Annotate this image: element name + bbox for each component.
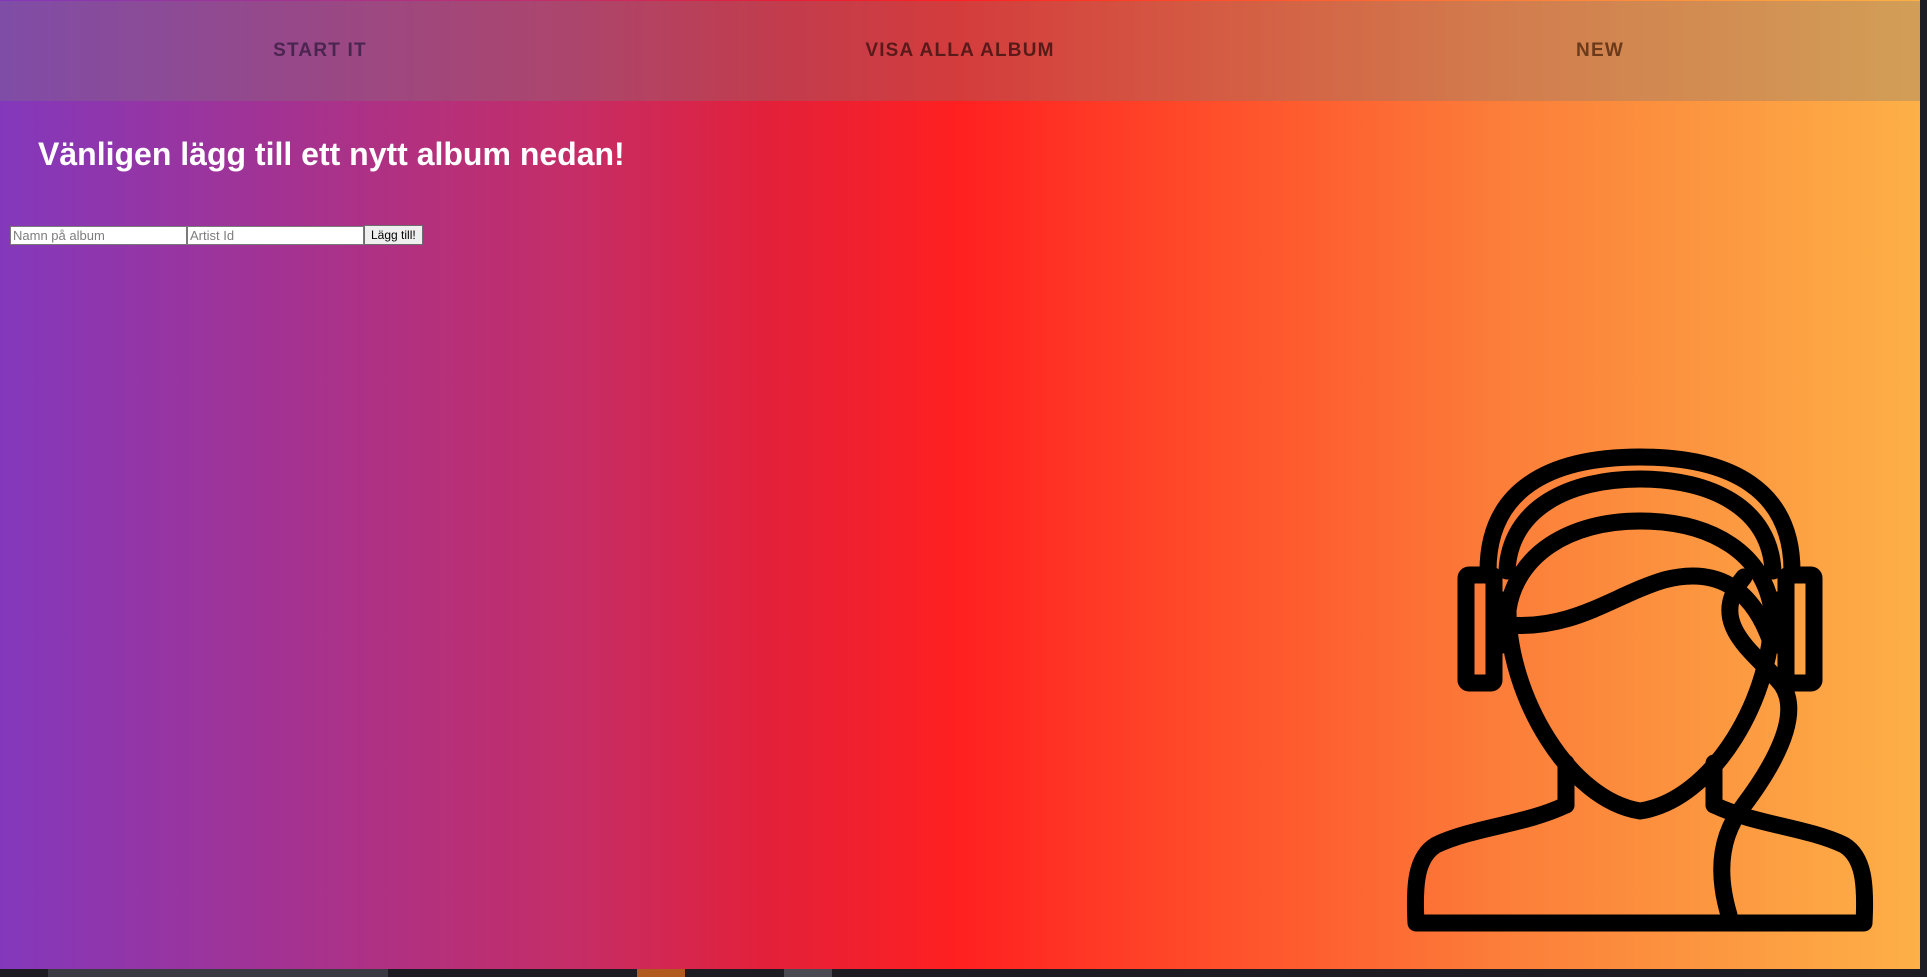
taskbar-item[interactable]	[637, 969, 685, 977]
nav-new[interactable]: NEW	[1280, 40, 1920, 62]
headset-person-icon	[1406, 448, 1874, 932]
add-album-button[interactable]: Lägg till!	[364, 225, 423, 245]
taskbar-item[interactable]	[48, 969, 388, 977]
nav-start-it[interactable]: START IT	[0, 40, 640, 62]
top-navbar: START IT VISA ALLA ALBUM NEW	[0, 1, 1920, 101]
taskbar	[0, 969, 1920, 977]
taskbar-item[interactable]	[784, 969, 832, 977]
nav-visa-alla-album[interactable]: VISA ALLA ALBUM	[640, 40, 1280, 62]
album-name-input[interactable]	[10, 225, 187, 245]
page-heading: Vänligen lägg till ett nytt album nedan!	[38, 136, 625, 172]
window-edge	[1920, 0, 1927, 977]
add-album-form: Lägg till!	[10, 225, 423, 245]
page-background: START IT VISA ALLA ALBUM NEW Vänligen lä…	[0, 0, 1920, 969]
artist-id-input[interactable]	[187, 225, 364, 245]
